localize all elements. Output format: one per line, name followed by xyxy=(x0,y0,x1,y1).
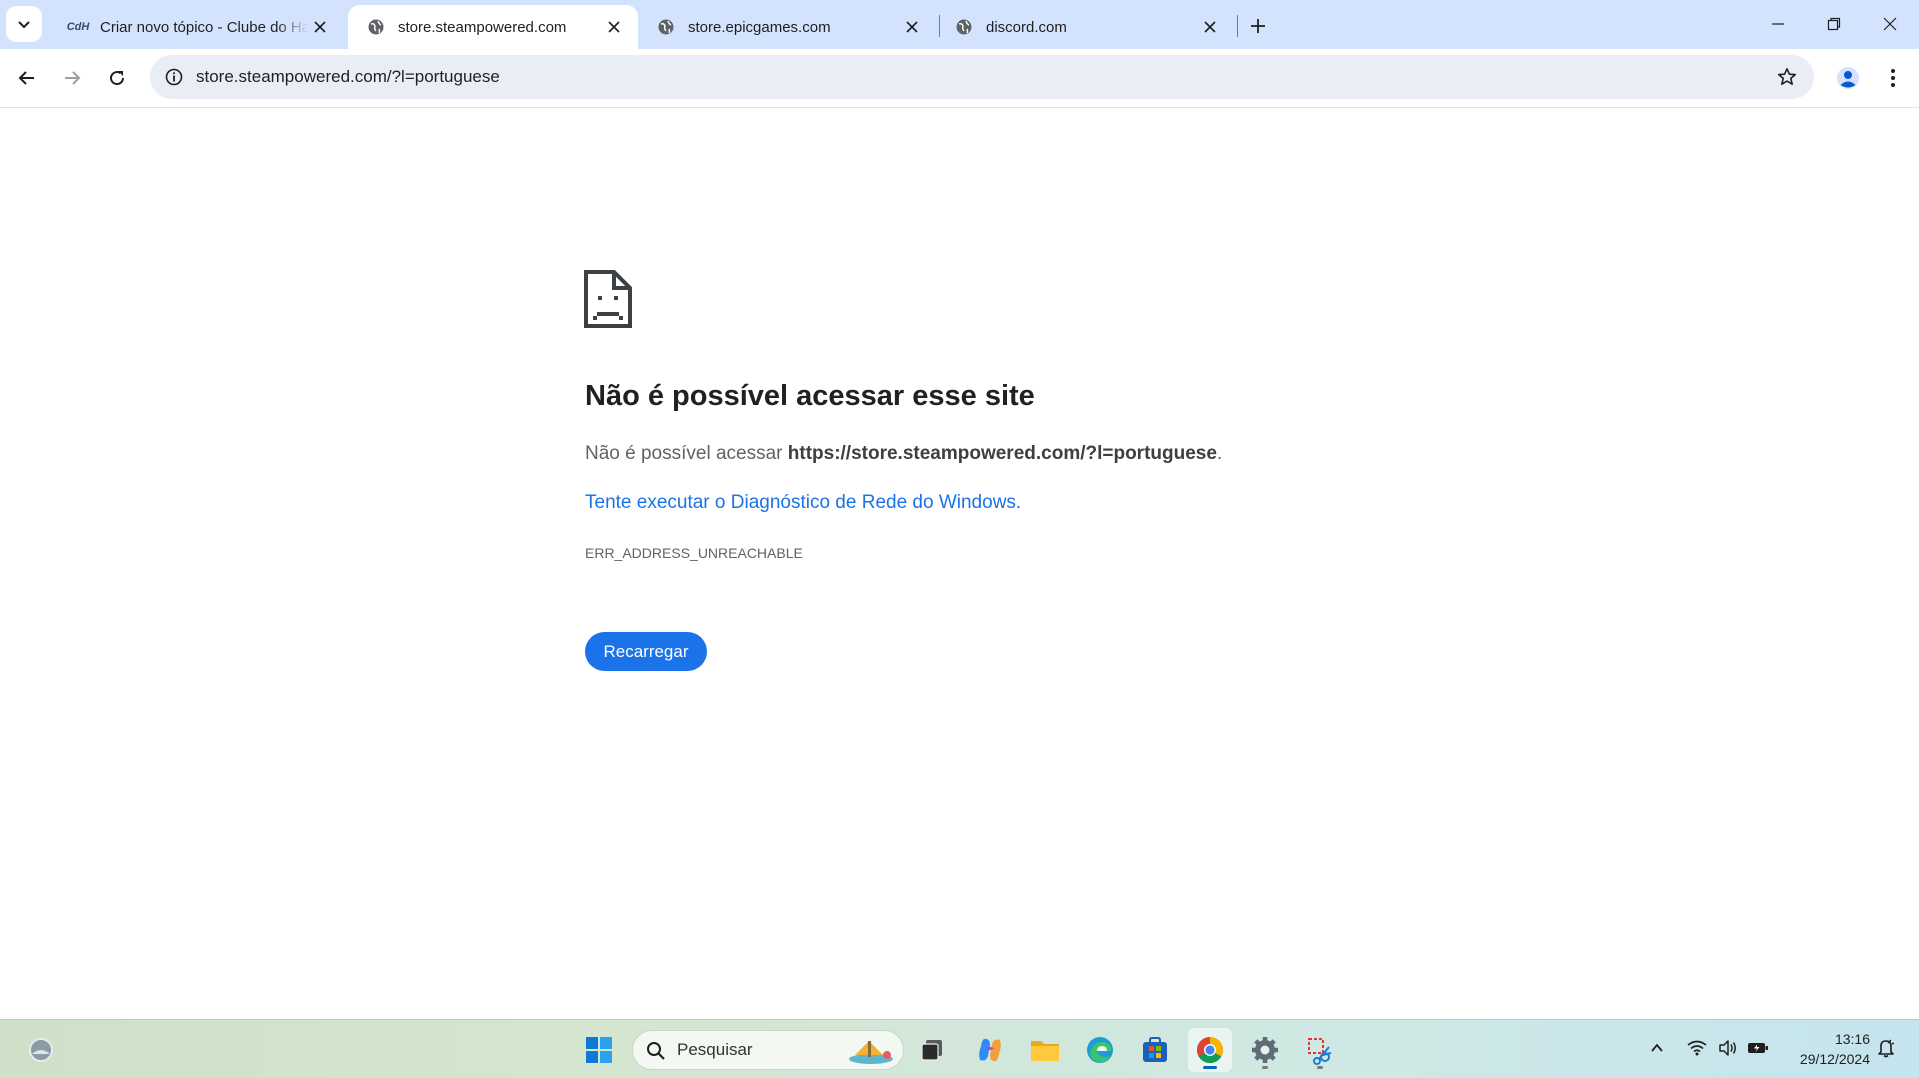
error-description-suffix: . xyxy=(1216,443,1223,464)
menu-kebab-icon[interactable] xyxy=(1876,61,1910,95)
search-highlight-icon xyxy=(849,1041,893,1064)
browser-toolbar: store.steampowered.com/?l=portuguese xyxy=(0,49,1919,108)
tab-discord[interactable]: discord.com xyxy=(936,5,1234,49)
file-explorer-icon[interactable] xyxy=(1023,1028,1067,1072)
favicon-text: CdH xyxy=(66,21,90,33)
snipping-tool-icon[interactable] xyxy=(1298,1028,1342,1072)
close-tab-icon[interactable] xyxy=(1198,15,1222,39)
battery-charging-icon[interactable] xyxy=(1744,1034,1772,1062)
tab-title: store.steampowered.com xyxy=(398,18,567,36)
close-tab-icon[interactable] xyxy=(602,15,626,39)
sad-document-icon xyxy=(584,270,632,328)
clube-do-hardware-favicon: CdH xyxy=(66,17,90,37)
clock-date: 29/12/2024 xyxy=(1799,1051,1870,1067)
settings-icon[interactable] xyxy=(1243,1028,1287,1072)
task-view-icon[interactable] xyxy=(910,1028,954,1072)
bookmark-star-icon[interactable] xyxy=(1772,62,1802,92)
plus-icon xyxy=(1251,19,1265,33)
tab-clube-do-hardware[interactable]: CdH Criar novo tópico - Clube do Hardwar… xyxy=(50,5,344,49)
active-app-indicator xyxy=(1203,1066,1217,1069)
address-bar[interactable]: store.steampowered.com/?l=portuguese xyxy=(150,55,1814,99)
close-icon xyxy=(1883,17,1897,31)
copilot-icon[interactable] xyxy=(968,1028,1012,1072)
globe-icon xyxy=(954,17,974,37)
restore-icon xyxy=(1827,17,1841,31)
minimize-button[interactable] xyxy=(1750,0,1806,48)
tab-store-steampowered[interactable]: store.steampowered.com xyxy=(348,5,638,49)
tab-store-epicgames[interactable]: store.epicgames.com xyxy=(638,5,936,49)
running-app-indicator xyxy=(1317,1066,1323,1069)
chevron-up-icon[interactable] xyxy=(1643,1034,1671,1062)
error-description: Não é possível acessar https://store.ste… xyxy=(585,443,1222,465)
network-diagnostics-link[interactable]: Tente executar o Diagnóstico de Rede do … xyxy=(585,492,1021,514)
running-app-indicator xyxy=(1262,1066,1268,1069)
notification-bell-icon[interactable] xyxy=(1872,1034,1900,1062)
globe-icon xyxy=(366,17,386,37)
edge-icon[interactable] xyxy=(1078,1028,1122,1072)
profile-avatar-icon[interactable] xyxy=(1831,61,1865,95)
reload-page-button[interactable]: Recarregar xyxy=(585,632,707,671)
restore-button[interactable] xyxy=(1806,0,1862,48)
volume-icon[interactable] xyxy=(1714,1034,1742,1062)
reload-button[interactable] xyxy=(99,60,135,96)
tab-strip: CdH Criar novo tópico - Clube do Hardwar… xyxy=(0,0,1919,49)
error-description-prefix: Não é possível acessar xyxy=(585,443,788,464)
error-code: ERR_ADDRESS_UNREACHABLE xyxy=(585,545,803,561)
search-placeholder: Pesquisar xyxy=(677,1040,753,1059)
tab-search-button[interactable] xyxy=(6,6,42,42)
chevron-down-icon xyxy=(18,21,30,29)
arrow-left-icon xyxy=(18,71,34,85)
close-tab-icon[interactable] xyxy=(900,15,924,39)
back-button[interactable] xyxy=(9,60,45,96)
start-icon[interactable] xyxy=(577,1028,621,1072)
error-url: https://store.steampowered.com/?l=portug… xyxy=(787,443,1217,464)
search-icon xyxy=(647,1042,665,1060)
chrome-icon[interactable] xyxy=(1188,1028,1232,1072)
taskbar-search-box[interactable]: Pesquisar xyxy=(632,1030,904,1070)
tab-separator xyxy=(1237,15,1238,37)
url-text[interactable]: store.steampowered.com/?l=portuguese xyxy=(196,55,500,99)
minimize-icon xyxy=(1772,23,1784,25)
tab-title: store.epicgames.com xyxy=(688,18,831,36)
globe-icon xyxy=(656,17,676,37)
close-window-button[interactable] xyxy=(1862,0,1918,48)
tab-title: discord.com xyxy=(986,18,1067,36)
new-tab-button[interactable] xyxy=(1244,12,1272,40)
wifi-icon[interactable] xyxy=(1683,1034,1711,1062)
forward-button[interactable] xyxy=(54,60,90,96)
microsoft-store-icon[interactable] xyxy=(1133,1028,1177,1072)
widgets-weather-icon[interactable] xyxy=(19,1028,63,1072)
error-title: Não é possível acessar esse site xyxy=(585,380,1035,412)
arrow-right-icon xyxy=(65,71,81,85)
clock-time: 13:16 xyxy=(1834,1031,1870,1047)
windows-taskbar: Pesquisar 13:16 29/12/2024 xyxy=(0,1019,1919,1078)
reload-icon xyxy=(110,71,125,86)
close-tab-icon[interactable] xyxy=(308,15,332,39)
tab-title: Criar novo tópico - Clube do Hardware xyxy=(100,18,308,36)
site-info-icon[interactable] xyxy=(158,61,190,93)
taskbar-clock[interactable]: 13:16 29/12/2024 xyxy=(1780,1029,1870,1069)
